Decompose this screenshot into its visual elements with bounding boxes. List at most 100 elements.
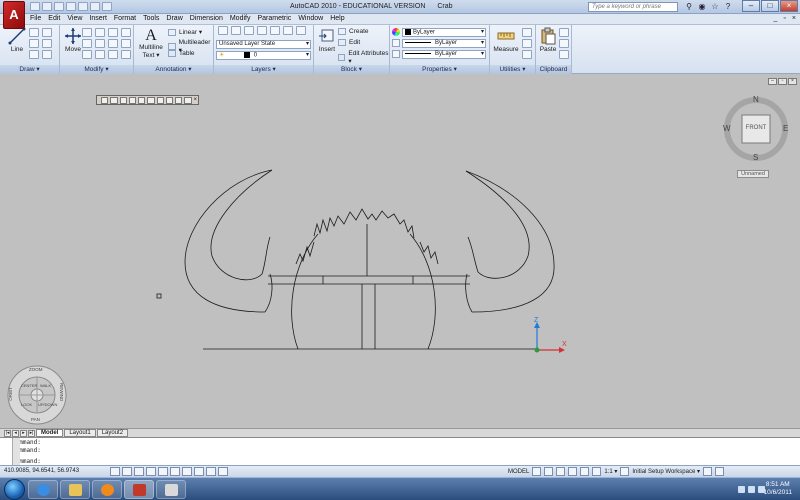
make-current-icon[interactable] — [244, 26, 254, 35]
explorer-taskbar-button[interactable] — [60, 480, 90, 499]
next-tab-icon[interactable]: ▸ — [20, 429, 27, 437]
close-button[interactable]: × — [780, 0, 798, 12]
compass-east[interactable]: E — [783, 124, 788, 133]
ortho-mode-icon[interactable] — [134, 467, 144, 476]
dynamic-input-icon[interactable] — [194, 467, 204, 476]
drawing-area[interactable]: × – ▫ × Z X FRONT N S E W Unnamed ZOOM P… — [0, 74, 800, 428]
paste-button[interactable]: Paste — [536, 27, 560, 53]
snap-mode-icon[interactable] — [110, 467, 120, 476]
menu-item-tools[interactable]: Tools — [143, 15, 159, 22]
doc-restore-icon[interactable]: ▫ — [783, 15, 785, 22]
compass-west[interactable]: W — [723, 124, 731, 133]
layer-state-dropdown[interactable]: Unsaved Layer State — [216, 40, 311, 49]
offset-icon[interactable] — [108, 50, 118, 59]
wheel-look[interactable]: LOOK — [21, 402, 32, 407]
showmotion-icon[interactable] — [592, 467, 602, 476]
rotate-icon[interactable] — [82, 28, 92, 37]
ucs-menu[interactable]: Unnamed — [737, 170, 769, 178]
doc-close-icon[interactable]: × — [792, 15, 796, 22]
coordinates-readout[interactable]: 410.9085, 94.6541, 56.9743 — [4, 468, 79, 474]
linear-dimension-button[interactable]: Linear ▾ — [168, 28, 202, 36]
polar-tracking-icon[interactable] — [146, 467, 156, 476]
tray-arrow-icon[interactable] — [738, 486, 745, 493]
new-icon[interactable] — [30, 2, 40, 11]
ie-taskbar-button[interactable] — [28, 480, 58, 499]
menu-item-edit[interactable]: Edit — [48, 15, 60, 22]
toolbar-lock-icon[interactable] — [702, 467, 712, 476]
properties-panel-label[interactable]: Properties ▾ — [390, 65, 489, 74]
rectangle-icon[interactable] — [42, 39, 52, 48]
layer-match-icon[interactable] — [257, 26, 267, 35]
fillet-icon[interactable] — [95, 39, 105, 48]
lineweight-dropdown[interactable]: ByLayer — [402, 50, 486, 59]
block-panel-label[interactable]: Block ▾ — [314, 65, 389, 74]
explode-icon[interactable] — [108, 39, 118, 48]
start-button[interactable] — [4, 479, 25, 500]
multiline-text-button[interactable]: A Multiline Text ▾ — [137, 27, 165, 59]
object-snap-tracking-icon[interactable] — [170, 467, 180, 476]
help-icon[interactable]: ? — [723, 2, 733, 12]
object-snap-icon[interactable] — [158, 467, 168, 476]
tab-layout1[interactable]: Layout1 — [64, 429, 96, 437]
menu-item-window[interactable]: Window — [298, 15, 323, 22]
clipboard-panel-label[interactable]: Clipboard — [536, 65, 571, 74]
layer-previous-icon[interactable] — [270, 26, 280, 35]
layer-isolate-icon[interactable] — [283, 26, 293, 35]
favorites-icon[interactable]: ☆ — [710, 2, 720, 12]
layer-dropdown[interactable]: ☀ 0 — [216, 51, 311, 60]
wheel-zoom[interactable]: ZOOM — [29, 367, 43, 372]
menu-item-parametric[interactable]: Parametric — [257, 15, 291, 22]
crab-drawing[interactable]: Z X — [0, 74, 800, 428]
menu-item-format[interactable]: Format — [114, 15, 136, 22]
doc-minimize-icon[interactable]: _ — [774, 15, 778, 22]
first-tab-icon[interactable]: |◂ — [4, 429, 11, 437]
menu-item-draw[interactable]: Draw — [166, 15, 182, 22]
binoculars-icon[interactable]: ⚲ — [684, 2, 694, 12]
id-point-icon[interactable] — [522, 39, 532, 48]
wheel-center[interactable]: CENTER — [21, 383, 37, 388]
quick-view-drawings-icon[interactable] — [544, 467, 554, 476]
mirror-icon[interactable] — [82, 39, 92, 48]
workspace-dropdown[interactable]: Initial Setup Workspace ▾ — [632, 468, 700, 475]
scale-icon[interactable] — [82, 50, 92, 59]
annotation-scale-dropdown[interactable]: 1:1 ▾ — [604, 468, 617, 475]
command-window[interactable]: Command: Command: Command: — [0, 437, 800, 466]
menu-item-insert[interactable]: Insert — [89, 15, 107, 22]
quick-view-layouts-icon[interactable] — [532, 467, 542, 476]
lineweight-toggle-icon[interactable] — [206, 467, 216, 476]
edit-attributes-button[interactable]: Edit Attributes ▾ — [338, 50, 389, 65]
viewcube[interactable]: FRONT N S E W — [723, 95, 789, 162]
wheel-orbit[interactable]: ORBIT — [8, 387, 13, 401]
menu-item-help[interactable]: Help — [330, 15, 344, 22]
prev-tab-icon[interactable]: ◂ — [12, 429, 19, 437]
layers-panel-label[interactable]: Layers ▾ — [214, 65, 313, 74]
measure-button[interactable]: Measure — [492, 27, 520, 53]
redo-icon[interactable] — [90, 2, 100, 11]
minimize-button[interactable]: – — [742, 0, 760, 12]
copy-icon[interactable] — [121, 28, 131, 37]
undo-icon[interactable] — [78, 2, 88, 11]
compass-south[interactable]: S — [753, 153, 758, 162]
draw-panel-label[interactable]: Draw ▾ — [0, 65, 59, 74]
viewcube-face[interactable]: FRONT — [742, 125, 770, 131]
last-tab-icon[interactable]: ▸| — [28, 429, 35, 437]
layer-properties-icon[interactable] — [218, 26, 228, 35]
communication-center-icon[interactable]: ◉ — [697, 2, 707, 12]
wheel-pan[interactable]: PAN — [31, 417, 40, 422]
application-menu-button[interactable]: A — [3, 1, 25, 29]
menu-item-modify[interactable]: Modify — [230, 15, 251, 22]
create-block-button[interactable]: Create — [338, 28, 369, 35]
tab-model[interactable]: Model — [36, 429, 64, 437]
stretch-icon[interactable] — [121, 39, 131, 48]
linetype-dropdown[interactable]: ByLayer — [402, 39, 486, 48]
wheel-rewind[interactable]: REWIND — [59, 383, 64, 401]
command-scrollbar[interactable] — [12, 438, 20, 466]
color-dropdown[interactable]: ByLayer — [402, 28, 486, 37]
grid-display-icon[interactable] — [122, 467, 132, 476]
table-button[interactable]: Table — [168, 50, 195, 57]
annotation-panel-label[interactable]: Annotation ▾ — [134, 65, 213, 74]
wheel-up-down[interactable]: UP/DOWN — [38, 402, 57, 407]
chamfer-icon[interactable] — [121, 50, 131, 59]
quick-calc-icon[interactable] — [522, 50, 532, 59]
utilities-panel-label[interactable]: Utilities ▾ — [490, 65, 535, 74]
